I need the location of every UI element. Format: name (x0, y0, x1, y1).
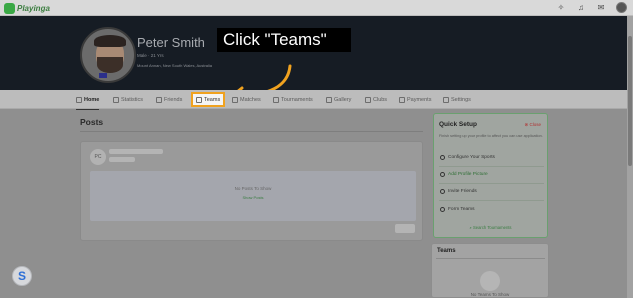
tab-clubs[interactable]: Clubs (365, 94, 387, 106)
teams-panel-title: Teams (437, 248, 456, 254)
profile-name: Peter Smith (137, 35, 205, 50)
tab-teams[interactable]: Teams (191, 92, 226, 107)
quick-setup-title: Quick Setup (439, 121, 477, 128)
post-card: PC No Posts To Show Show Posts (80, 141, 423, 241)
show-posts-link[interactable]: Show Posts (90, 195, 416, 200)
quick-setup-description: Finish setting up your profile to affect… (439, 134, 543, 138)
post-avatar: PC (90, 149, 106, 165)
post-action-button[interactable] (395, 224, 415, 233)
teams-panel: Teams No Teams To Show (431, 243, 549, 298)
statistics-icon (113, 97, 119, 103)
tab-payments[interactable]: Payments (399, 94, 431, 106)
flag-icon (99, 73, 107, 78)
check-icon (440, 172, 445, 177)
matches-icon (232, 97, 238, 103)
post-placeholder-line (109, 157, 135, 162)
gallery-icon (326, 97, 332, 103)
quick-setup-item[interactable]: Configure Your Sports (440, 155, 495, 160)
profile-avatar[interactable] (80, 27, 136, 83)
profile-meta: Male · 21 Yrs (137, 53, 164, 58)
user-avatar[interactable] (616, 2, 627, 13)
home-icon (76, 97, 82, 103)
tab-friends[interactable]: Friends (156, 94, 182, 106)
tournaments-icon (273, 97, 279, 103)
bell-icon[interactable]: ♫ (576, 3, 586, 13)
check-icon (440, 155, 445, 160)
settings-icon[interactable]: ✧ (556, 3, 566, 13)
check-icon (440, 207, 445, 212)
chat-icon[interactable]: ✉ (596, 3, 606, 13)
no-teams-text: No Teams To Show (470, 292, 510, 297)
posts-empty-state: No Posts To Show Show Posts (90, 171, 416, 221)
quick-setup-item[interactable]: Invite Friends (440, 189, 477, 194)
help-widget-button[interactable]: S (12, 266, 32, 286)
tab-statistics[interactable]: Statistics (113, 94, 143, 106)
scrollbar-thumb[interactable] (628, 36, 632, 166)
clubs-icon (365, 97, 371, 103)
instruction-callout: Click "Teams" (217, 28, 351, 52)
tab-settings[interactable]: Settings (443, 94, 471, 106)
quick-setup-close-button[interactable]: ⊗ Close (524, 122, 541, 128)
quick-setup-panel: Quick Setup ⊗ Close Finish setting up yo… (433, 113, 548, 238)
payments-icon (399, 97, 405, 103)
top-app-bar: Playinga ✧ ♫ ✉ (0, 0, 633, 16)
teams-icon (196, 96, 202, 103)
settings-icon (443, 97, 449, 103)
quick-setup-item[interactable]: Add Profile Picture (440, 172, 488, 177)
post-placeholder-line (109, 149, 163, 154)
tab-gallery[interactable]: Gallery (326, 94, 351, 106)
no-posts-text: No Posts To Show (234, 186, 272, 191)
logo-text: Playinga (17, 3, 50, 13)
logo-mark-icon (4, 2, 15, 14)
posts-title: Posts (80, 117, 104, 127)
tab-home[interactable]: Home (76, 94, 100, 110)
profile-tab-bar: Home Statistics Friends Teams Matches To… (0, 90, 633, 110)
tab-matches[interactable]: Matches (232, 94, 261, 106)
check-icon (440, 189, 445, 194)
app-logo[interactable]: Playinga (4, 2, 50, 14)
page-scrollbar[interactable] (627, 16, 633, 298)
search-tournaments-link[interactable]: ⌕ Search Tournaments (434, 225, 547, 230)
profile-location: Mount Annan, New South Wales, Australia (137, 63, 213, 68)
posts-divider (80, 131, 423, 132)
top-icons: ✧ ♫ ✉ (556, 2, 627, 13)
quick-setup-item[interactable]: Form Teams (440, 207, 475, 212)
teams-empty-icon (480, 271, 500, 291)
tab-tournaments[interactable]: Tournaments (273, 94, 313, 106)
friends-icon (156, 97, 162, 103)
